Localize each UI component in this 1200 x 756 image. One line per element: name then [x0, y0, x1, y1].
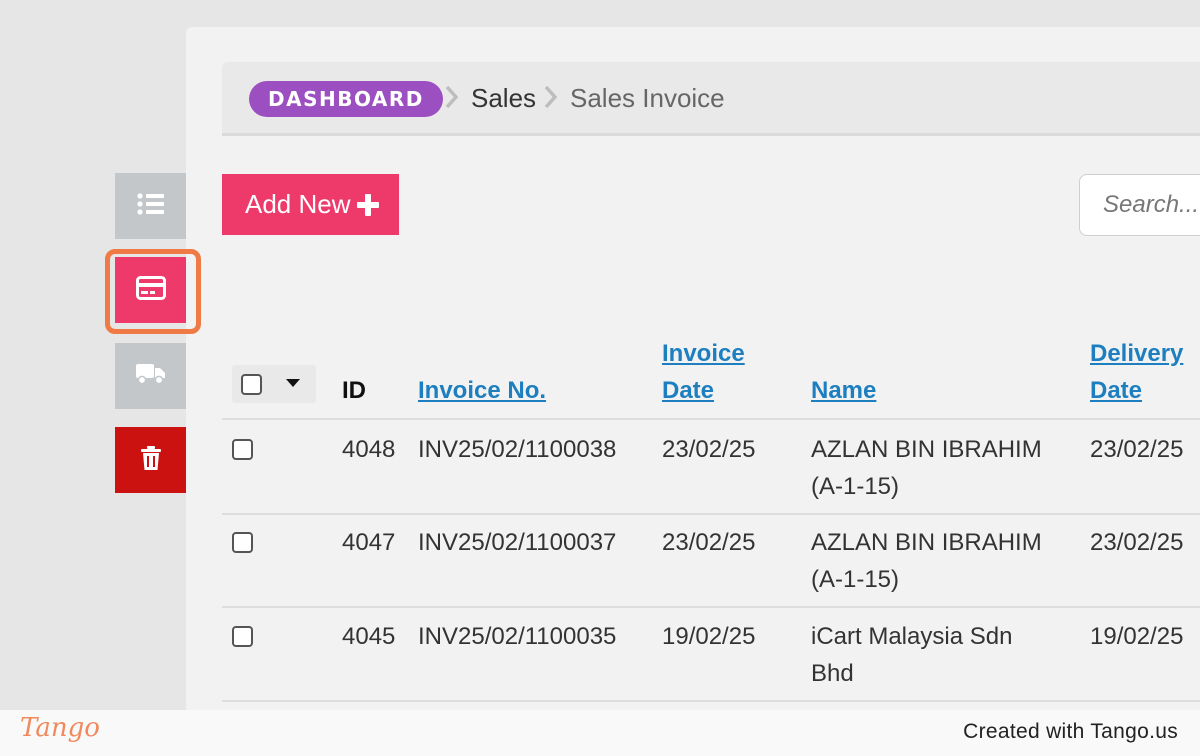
tango-logo: Tango [20, 713, 100, 743]
sidebar-item-list[interactable] [115, 173, 186, 239]
cell-delivery-date: 23/02/25 [1090, 436, 1184, 463]
row-checkbox[interactable] [232, 532, 253, 553]
search-input[interactable] [1080, 175, 1200, 235]
cell-invoice-no: INV25/02/1100035 [418, 623, 617, 650]
add-new-button[interactable]: Add New [222, 174, 399, 235]
search-box[interactable] [1079, 174, 1200, 236]
cell-name-unit: (A-1-15) [811, 566, 900, 593]
select-all-checkbox[interactable] [241, 374, 262, 395]
cell-delivery-date: 23/02/25 [1090, 529, 1184, 556]
cell-name: AZLAN BIN IBRAHIM [811, 436, 1042, 463]
cell-invoice-date: 23/02/25 [662, 436, 756, 463]
row-divider [222, 513, 1200, 515]
chevron-right-icon [543, 82, 557, 112]
sidebar-item-delete[interactable] [115, 427, 186, 493]
header-divider [222, 418, 1200, 420]
row-checkbox[interactable] [232, 439, 253, 460]
truck-icon [135, 363, 166, 390]
cell-name: iCart Malaysia Sdn [811, 623, 1013, 650]
cell-delivery-date: 19/02/25 [1090, 623, 1184, 650]
column-header-delivery-date[interactable]: Delivery [1090, 335, 1183, 372]
cell-id: 4047 [342, 529, 396, 556]
cell-name: AZLAN BIN IBRAHIM [811, 529, 1042, 556]
add-new-label: Add New [245, 189, 351, 219]
breadcrumb-sales-link[interactable]: Sales [471, 81, 536, 115]
plus-icon [356, 193, 379, 216]
column-header-invoice-date[interactable]: Invoice [662, 335, 745, 372]
chevron-right-icon [444, 82, 458, 112]
breadcrumb-current: Sales Invoice [570, 83, 725, 113]
created-with-label: Created with Tango.us [963, 720, 1178, 743]
row-divider [222, 700, 1200, 702]
cell-name-unit: Bhd [811, 660, 854, 687]
column-header-id: ID [342, 377, 366, 404]
cell-id: 4045 [342, 623, 396, 650]
cell-id: 4048 [342, 436, 396, 463]
click-highlight [105, 249, 201, 334]
trash-icon [140, 445, 161, 475]
column-header-delivery-date[interactable]: Date [1090, 372, 1142, 409]
column-header-invoice-no[interactable]: Invoice No. [418, 372, 546, 409]
row-checkbox[interactable] [232, 626, 253, 647]
cell-invoice-no: INV25/02/1100037 [418, 529, 617, 556]
sidebar-item-delivery[interactable] [115, 343, 186, 409]
column-header-name[interactable]: Name [811, 372, 876, 409]
cell-invoice-date: 19/02/25 [662, 623, 756, 650]
row-divider [222, 606, 1200, 608]
breadcrumb-dashboard-link[interactable]: DASHBOARD [249, 81, 443, 117]
cell-invoice-date: 23/02/25 [662, 529, 756, 556]
list-icon [136, 192, 165, 220]
caret-down-icon[interactable] [286, 379, 300, 387]
column-header-invoice-date[interactable]: Date [662, 372, 714, 409]
cell-name-unit: (A-1-15) [811, 473, 900, 500]
cell-invoice-no: INV25/02/1100038 [418, 436, 617, 463]
